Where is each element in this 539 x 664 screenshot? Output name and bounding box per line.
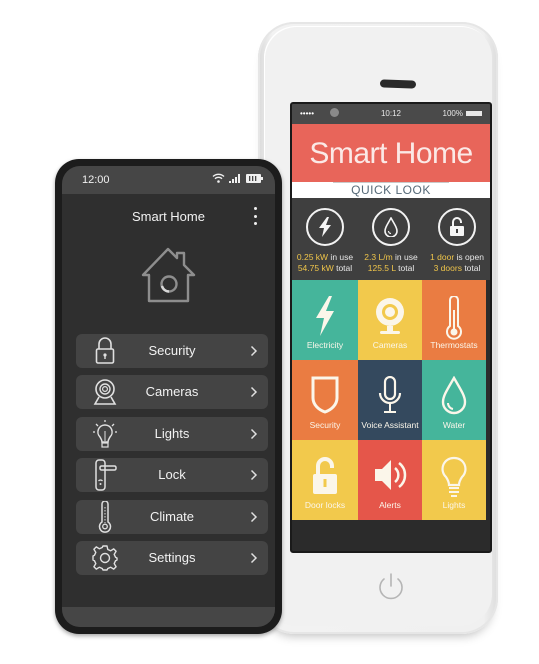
stat-text: in use <box>392 252 418 262</box>
quick-look-label: QUICK LOOK <box>333 182 449 197</box>
thermometer-icon <box>446 296 462 340</box>
chevron-right-icon <box>250 511 258 522</box>
tile-lights[interactable]: Lights <box>422 440 486 520</box>
house-icon <box>138 242 200 309</box>
menu-item-label: Lights <box>154 425 190 441</box>
battery-icon <box>246 173 263 183</box>
tile-label: Alerts <box>379 500 401 510</box>
dark-phone-frame: 12:00 Smart Home Security Cameras Lights… <box>55 159 282 634</box>
stat-doors[interactable]: 1 door is open 3 doors total <box>424 198 490 280</box>
tile-label: Voice Assistant <box>361 420 419 430</box>
battery-indicator: 100% <box>443 109 482 118</box>
menu-item-label: Climate <box>149 508 195 524</box>
menu-item-label: Settings <box>148 549 196 565</box>
stat-value: 125.5 L <box>367 263 396 273</box>
chevron-right-icon <box>250 552 258 563</box>
tile-alerts[interactable]: Alerts <box>358 440 422 520</box>
stat-electricity[interactable]: 0.25 kW in use 54.75 kW total <box>292 198 358 280</box>
menu-item-lights[interactable]: Lights <box>76 416 268 451</box>
tile-label: Lights <box>442 500 466 510</box>
dark-phone-status-bar: 12:00 <box>62 166 275 194</box>
quick-look-stats: 0.25 kW in use 54.75 kW total 2.3 L/m in… <box>292 198 490 280</box>
chevron-right-icon <box>250 387 258 398</box>
white-phone-status-bar: ••••• 10:12 100% <box>292 104 490 124</box>
stat-text: in use <box>328 252 354 262</box>
tile-thermostats[interactable]: Thermostats <box>422 280 486 360</box>
stat-value: 54.75 kW <box>297 263 334 273</box>
tile-label: Water <box>442 420 466 430</box>
app-title: Smart Home <box>292 124 490 182</box>
menu-list: Security Cameras Lights Lock Climate Set… <box>76 334 268 582</box>
app-title: Smart Home <box>132 209 205 224</box>
stat-value: 2.3 L/m <box>364 252 393 262</box>
microphone-icon <box>378 376 402 413</box>
tile-voice-assistant[interactable]: Voice Assistant <box>358 360 422 440</box>
chevron-right-icon <box>250 470 258 481</box>
tile-door-locks[interactable]: Door locks <box>292 440 358 520</box>
stat-text: total <box>333 263 353 273</box>
tile-label: Thermostats <box>430 340 478 350</box>
white-phone-screen: ••••• 10:12 100% Smart Home QUICK LOOK 0… <box>290 102 492 553</box>
lightbulb-icon <box>441 456 467 497</box>
unlocked-icon <box>438 208 476 246</box>
tile-cameras[interactable]: Cameras <box>358 280 422 360</box>
menu-item-label: Cameras <box>145 384 199 400</box>
chevron-right-icon <box>250 345 258 357</box>
status-icons <box>212 173 263 183</box>
feature-tile-grid: Electricity Cameras Thermostats Security… <box>292 280 490 520</box>
chevron-right-icon <box>250 428 258 439</box>
tile-water[interactable]: Water <box>422 360 486 440</box>
status-time: 12:00 <box>82 174 110 186</box>
tile-label: Electricity <box>306 340 344 350</box>
tile-label: Cameras <box>372 340 408 350</box>
power-icon <box>379 573 403 600</box>
home-button[interactable] <box>374 570 408 604</box>
dark-phone-bottom-bar <box>62 607 275 627</box>
more-vertical-icon[interactable] <box>252 207 258 225</box>
battery-percent: 100% <box>442 109 463 118</box>
webcam-icon <box>376 298 404 334</box>
tile-security[interactable]: Security <box>292 360 358 440</box>
battery-icon <box>466 111 482 116</box>
water-drop-icon <box>372 208 410 246</box>
tile-label: Door locks <box>304 500 346 510</box>
menu-item-security[interactable]: Security <box>76 334 268 368</box>
unlocked-icon <box>313 457 337 494</box>
dark-phone-screen: 12:00 Smart Home Security Cameras Lights… <box>62 166 275 627</box>
quick-look-header: QUICK LOOK <box>292 182 490 198</box>
menu-item-climate[interactable]: Climate <box>76 499 268 534</box>
menu-item-cameras[interactable]: Cameras <box>76 375 268 410</box>
signal-icon <box>229 174 240 183</box>
stat-text: is open <box>454 252 484 262</box>
stat-value: 3 doors <box>433 263 462 273</box>
tile-electricity[interactable]: Electricity <box>292 280 358 360</box>
menu-item-lock[interactable]: Lock <box>76 458 268 493</box>
stat-water[interactable]: 2.3 L/m in use 125.5 L total <box>358 198 424 280</box>
stat-text: total <box>395 263 415 273</box>
stat-value: 1 door <box>430 252 455 262</box>
speaker-icon <box>375 460 407 490</box>
app-header: Smart Home <box>62 194 275 238</box>
earpiece-speaker <box>379 79 417 89</box>
menu-item-label: Lock <box>158 467 186 483</box>
lightning-icon <box>306 208 344 246</box>
shield-icon <box>311 376 339 414</box>
stat-text: total <box>461 263 481 273</box>
lightning-icon <box>316 296 334 336</box>
tile-label: Security <box>309 420 341 430</box>
menu-item-label: Security <box>148 343 196 358</box>
menu-item-settings[interactable]: Settings <box>76 540 268 575</box>
wifi-icon <box>212 173 225 183</box>
stat-value: 0.25 kW <box>296 252 329 262</box>
water-drop-icon <box>441 376 467 415</box>
